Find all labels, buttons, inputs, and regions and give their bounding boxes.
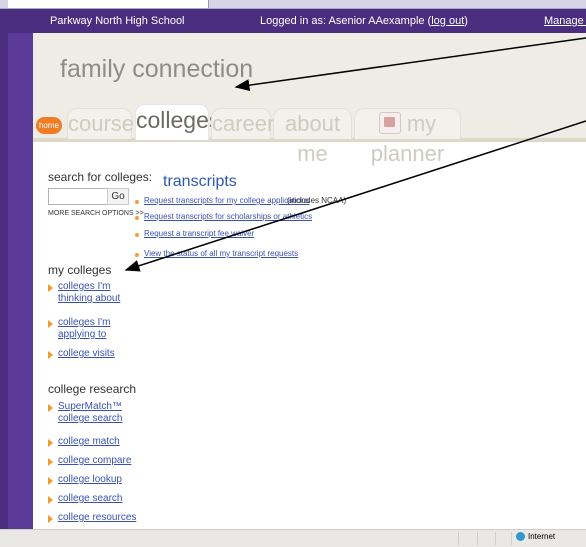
- globe-icon: [516, 532, 525, 541]
- annotation-arrow: [234, 37, 586, 92]
- status-bar: Internet: [0, 529, 586, 547]
- annotation-arrow: [124, 120, 586, 272]
- internet-zone-label: Internet: [528, 532, 556, 541]
- annotation-arrows: [124, 37, 586, 272]
- status-divider: [458, 532, 459, 545]
- status-divider: [511, 532, 512, 545]
- status-divider: [495, 532, 496, 545]
- status-divider: [477, 532, 478, 545]
